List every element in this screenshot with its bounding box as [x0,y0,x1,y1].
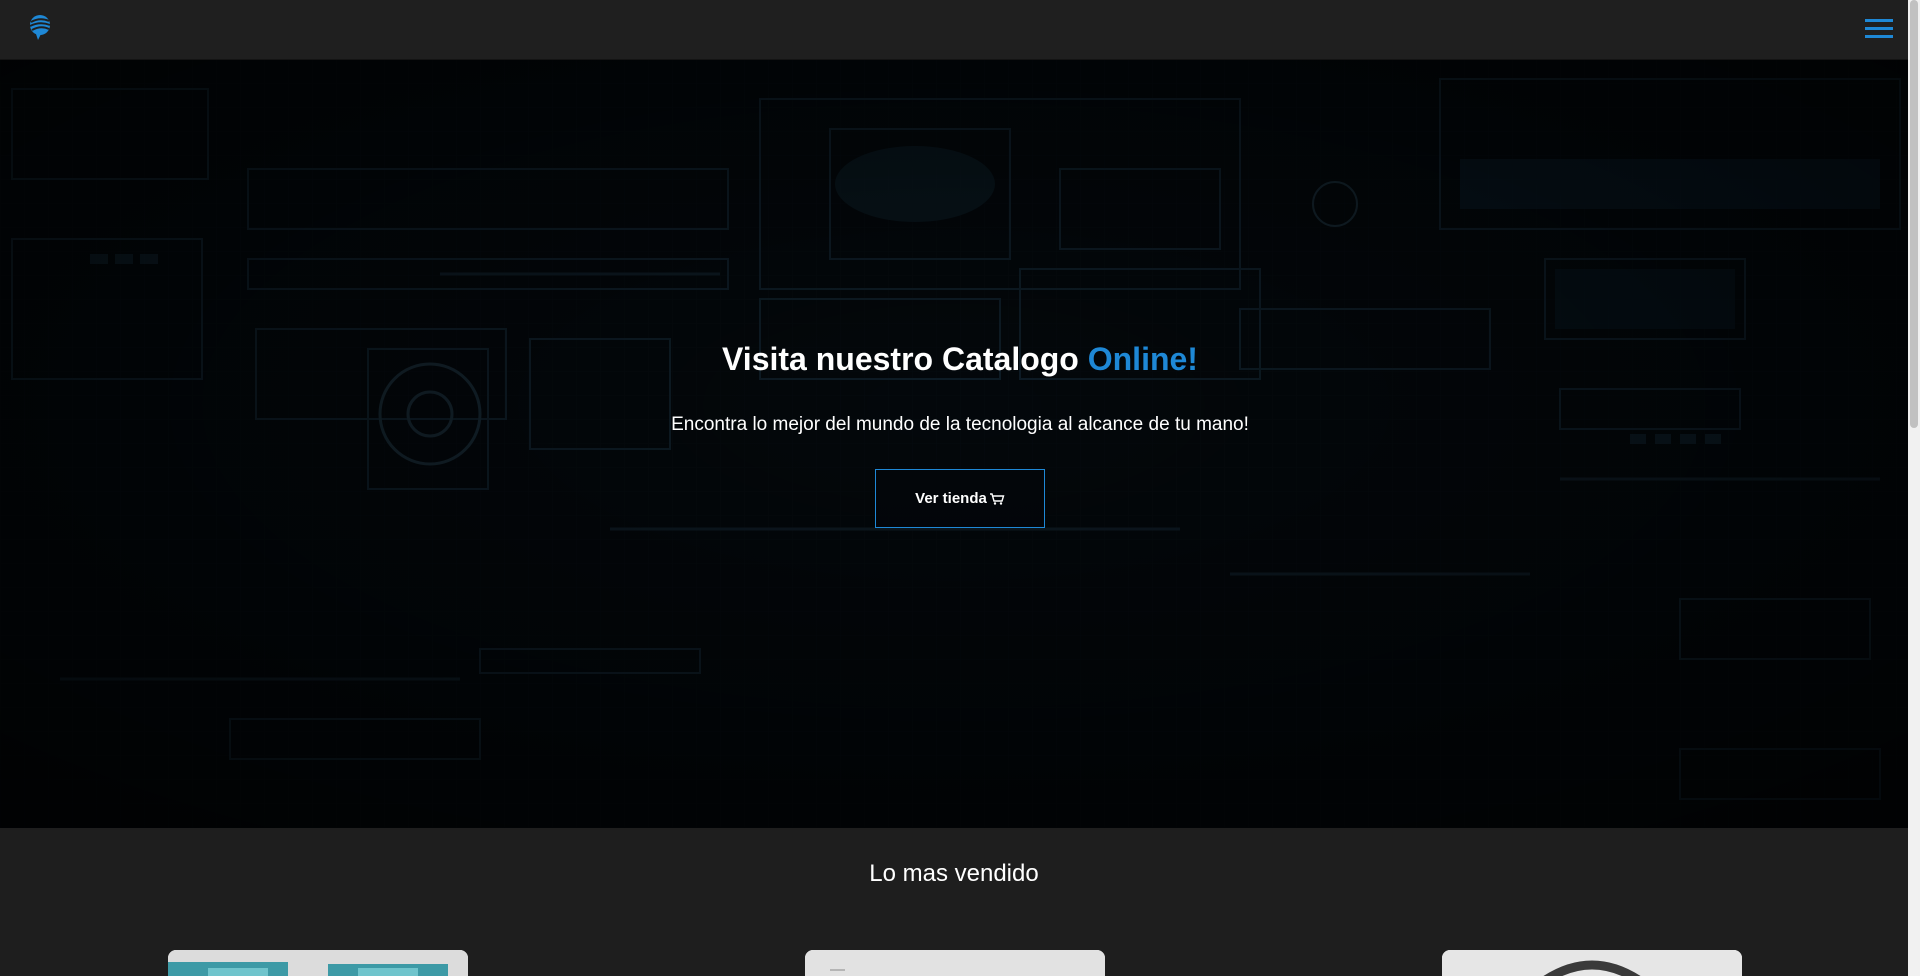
ver-tienda-label: Ver tienda [915,490,987,507]
brand-logo-icon[interactable] [27,13,53,41]
hero-title-accent: Online! [1087,341,1198,377]
bestsellers-section: Lo mas vendido [0,828,1908,976]
hero-title-main: Visita nuestro Catalogo [722,341,1088,377]
hamburger-menu-icon[interactable] [1862,14,1896,44]
hero-subtitle: Encontra lo mejor del mundo de la tecnol… [671,414,1249,435]
page-scrollbar[interactable] [1908,0,1920,976]
product-image [168,950,468,976]
scrollbar-thumb[interactable] [1910,0,1918,428]
product-image [805,950,1105,976]
product-card[interactable] [1442,950,1742,976]
hero-title: Visita nuestro Catalogo Online! [0,341,1908,378]
product-image [1442,950,1742,976]
top-navbar [0,0,1908,60]
hero-background-image [0,59,1908,828]
hero-banner: Visita nuestro Catalogo Online! Encontra… [0,59,1908,828]
product-card[interactable] [168,950,468,976]
shopping-cart-icon [989,492,1005,505]
bestsellers-title: Lo mas vendido [869,860,1039,887]
page: Visita nuestro Catalogo Online! Encontra… [0,0,1920,976]
product-card[interactable] [805,950,1105,976]
ver-tienda-button[interactable]: Ver tienda [875,469,1045,528]
